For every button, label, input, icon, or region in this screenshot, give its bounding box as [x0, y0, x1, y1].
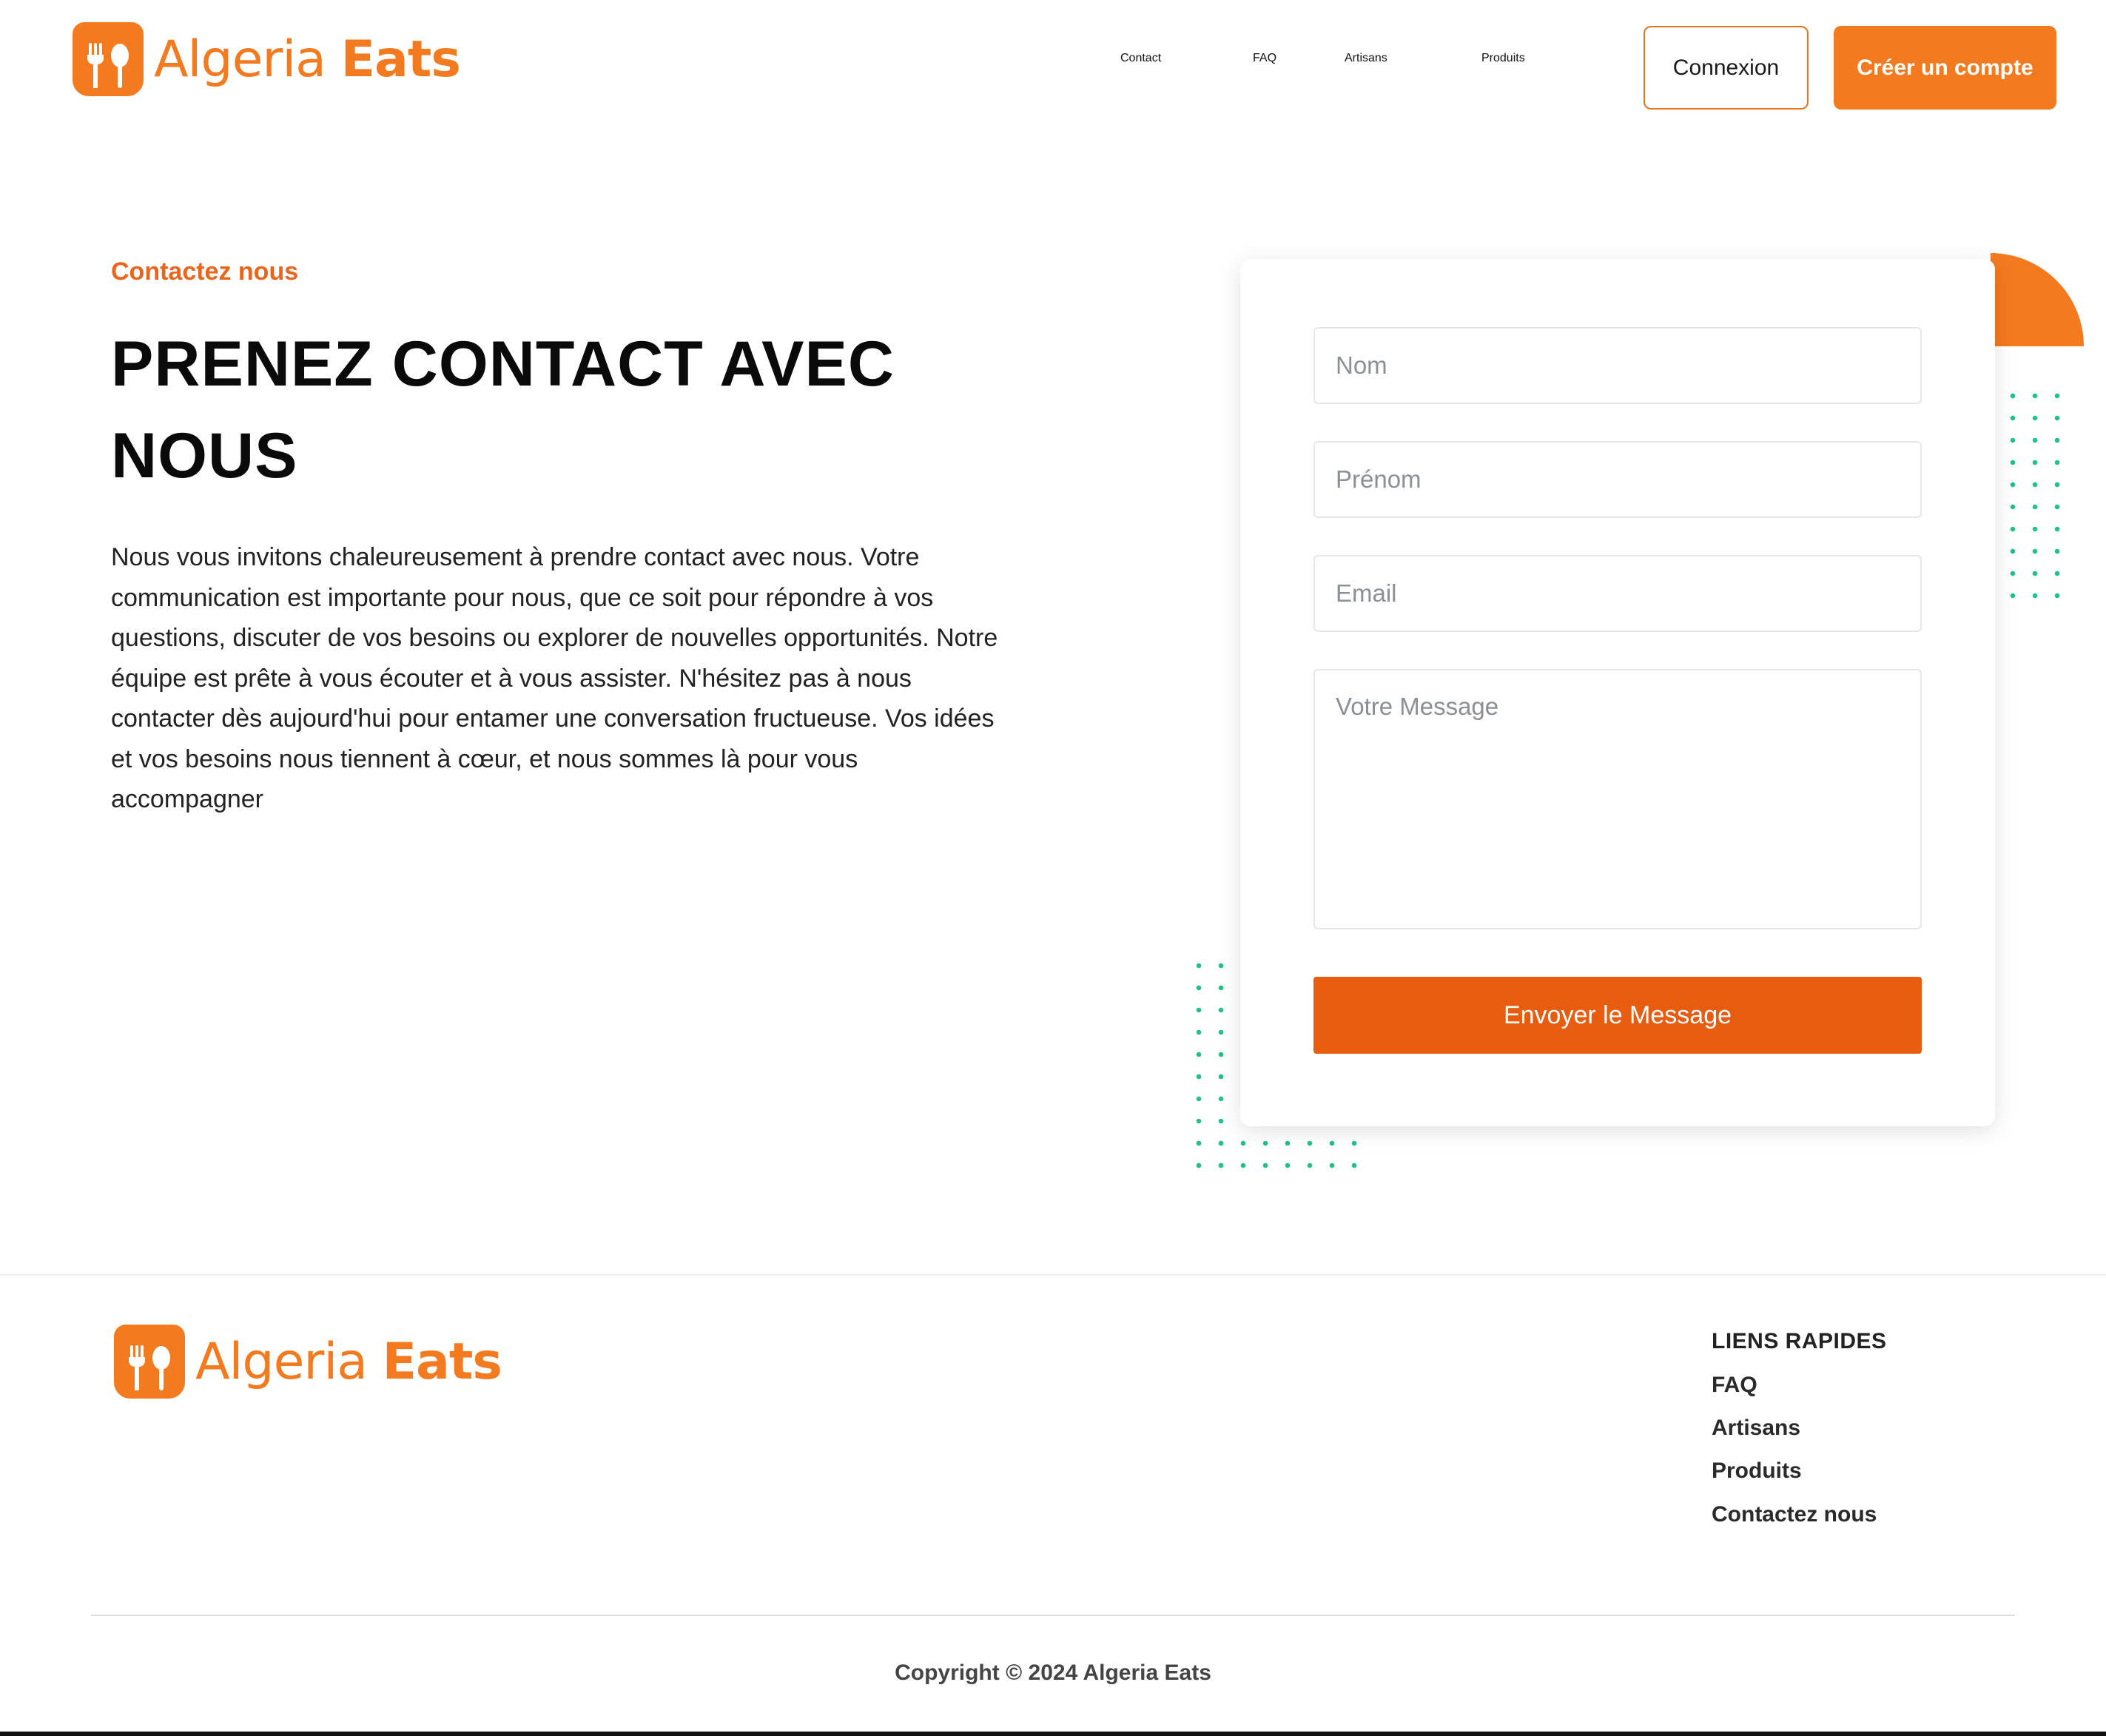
footer-link-produits[interactable]: Produits: [1712, 1459, 1802, 1484]
footer-logo[interactable]: Algeria Eats: [114, 1325, 502, 1399]
nom-input[interactable]: [1313, 327, 1922, 404]
page-title-line-1: PRENEZ CONTACT AVEC: [111, 329, 895, 400]
prenom-input[interactable]: [1313, 441, 1922, 518]
footer-link-artisans[interactable]: Artisans: [1712, 1416, 1800, 1441]
site-header: Algeria Eats Contact FAQ Artisans Produi…: [0, 0, 2106, 133]
page-title-line-2: NOUS: [111, 420, 298, 491]
nav-contact[interactable]: Contact: [1120, 52, 1161, 65]
bottom-edge-bar: [0, 1732, 2106, 1736]
footer-link-faq[interactable]: FAQ: [1712, 1373, 1757, 1398]
signup-button[interactable]: Créer un compte: [1834, 26, 2056, 110]
page-title: PRENEZ CONTACT AVEC NOUS: [111, 318, 999, 502]
header-logo[interactable]: Algeria Eats: [73, 22, 461, 96]
dot-grid-decoration-right: [2002, 385, 2068, 607]
fork-spoon-logo-icon: [73, 22, 144, 96]
logo-wordmark: Algeria Eats: [154, 30, 461, 89]
nav-faq[interactable]: FAQ: [1253, 52, 1276, 65]
message-textarea[interactable]: [1313, 669, 1922, 929]
footer-rule: [91, 1615, 2015, 1616]
copyright-text: Copyright © 2024 Algeria Eats: [895, 1661, 1211, 1685]
fork-spoon-logo-icon: [114, 1325, 185, 1399]
logo-wordmark: Algeria Eats: [195, 1332, 502, 1391]
login-button[interactable]: Connexion: [1644, 26, 1809, 110]
intro-paragraph: Nous vous invitons chaleureusement à pre…: [111, 543, 998, 813]
orange-quarter-circle-decoration: [1991, 253, 2084, 346]
dot-grid-decoration-bottom: [1188, 1132, 1365, 1177]
nav-produits[interactable]: Produits: [1481, 52, 1525, 65]
section-eyebrow: Contactez nous: [111, 258, 299, 286]
send-message-button[interactable]: Envoyer le Message: [1313, 977, 1922, 1054]
email-input[interactable]: [1313, 555, 1922, 632]
quick-links-title: LIENS RAPIDES: [1712, 1329, 1887, 1353]
footer-divider: [0, 1274, 2106, 1276]
nav-artisans[interactable]: Artisans: [1345, 52, 1387, 65]
footer-link-contact[interactable]: Contactez nous: [1712, 1502, 1877, 1527]
